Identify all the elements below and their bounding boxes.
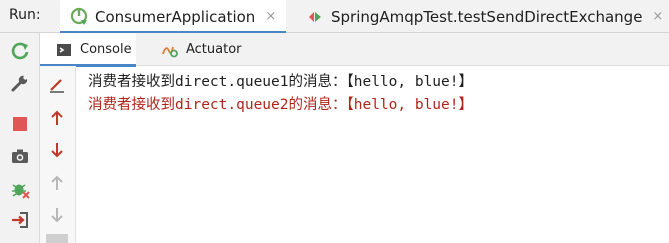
console-icon — [57, 43, 71, 56]
rerun-icon[interactable] — [10, 41, 30, 61]
run-test-icon — [309, 11, 321, 22]
tab-spring-amqp-test[interactable]: SpringAmqpTest.testSendDirectExchange × — [296, 0, 669, 33]
login-icon[interactable] — [10, 210, 30, 230]
run-toolbar — [0, 33, 40, 243]
tab-console-label: Console — [80, 42, 132, 57]
soft-wrap-icon[interactable] — [48, 76, 66, 94]
scroll-up-icon[interactable] — [48, 174, 66, 192]
tab-console[interactable]: Console — [40, 33, 136, 67]
wrench-icon[interactable] — [10, 73, 30, 93]
scroll-down-icon[interactable] — [48, 206, 66, 224]
console-gutter — [40, 66, 76, 243]
actuator-icon — [162, 46, 178, 57]
tab-label: ConsumerApplication — [95, 7, 256, 26]
console-line: 消费者接收到direct.queue1的消息：【hello, blue!】 — [88, 74, 473, 90]
tab-actuator[interactable]: Actuator — [146, 33, 256, 66]
close-icon[interactable]: × — [652, 9, 663, 24]
camera-icon[interactable] — [10, 146, 30, 166]
console-tab-bar: Console Actuator — [40, 33, 669, 67]
arrow-up-icon[interactable] — [48, 109, 66, 127]
tab-actuator-label: Actuator — [186, 42, 242, 57]
console-output[interactable]: 消费者接收到direct.queue1的消息：【hello, blue!】 消费… — [88, 71, 663, 117]
debug-exit-icon[interactable] — [10, 179, 30, 199]
run-tab-bar: Run: ConsumerApplication × SpringAmqpTes… — [0, 0, 669, 34]
tab-label: SpringAmqpTest.testSendDirectExchange — [331, 7, 643, 26]
run-label: Run: — [9, 7, 41, 23]
tab-consumer-application[interactable]: ConsumerApplication × — [60, 0, 286, 34]
arrow-down-icon[interactable] — [48, 141, 66, 159]
console-line: 消费者接收到direct.queue2的消息：【hello, blue!】 — [88, 97, 473, 113]
spring-boot-icon — [70, 7, 88, 25]
gutter-scroll-thumb[interactable] — [46, 234, 68, 243]
close-icon[interactable]: × — [265, 9, 276, 24]
stop-icon[interactable] — [10, 114, 30, 134]
